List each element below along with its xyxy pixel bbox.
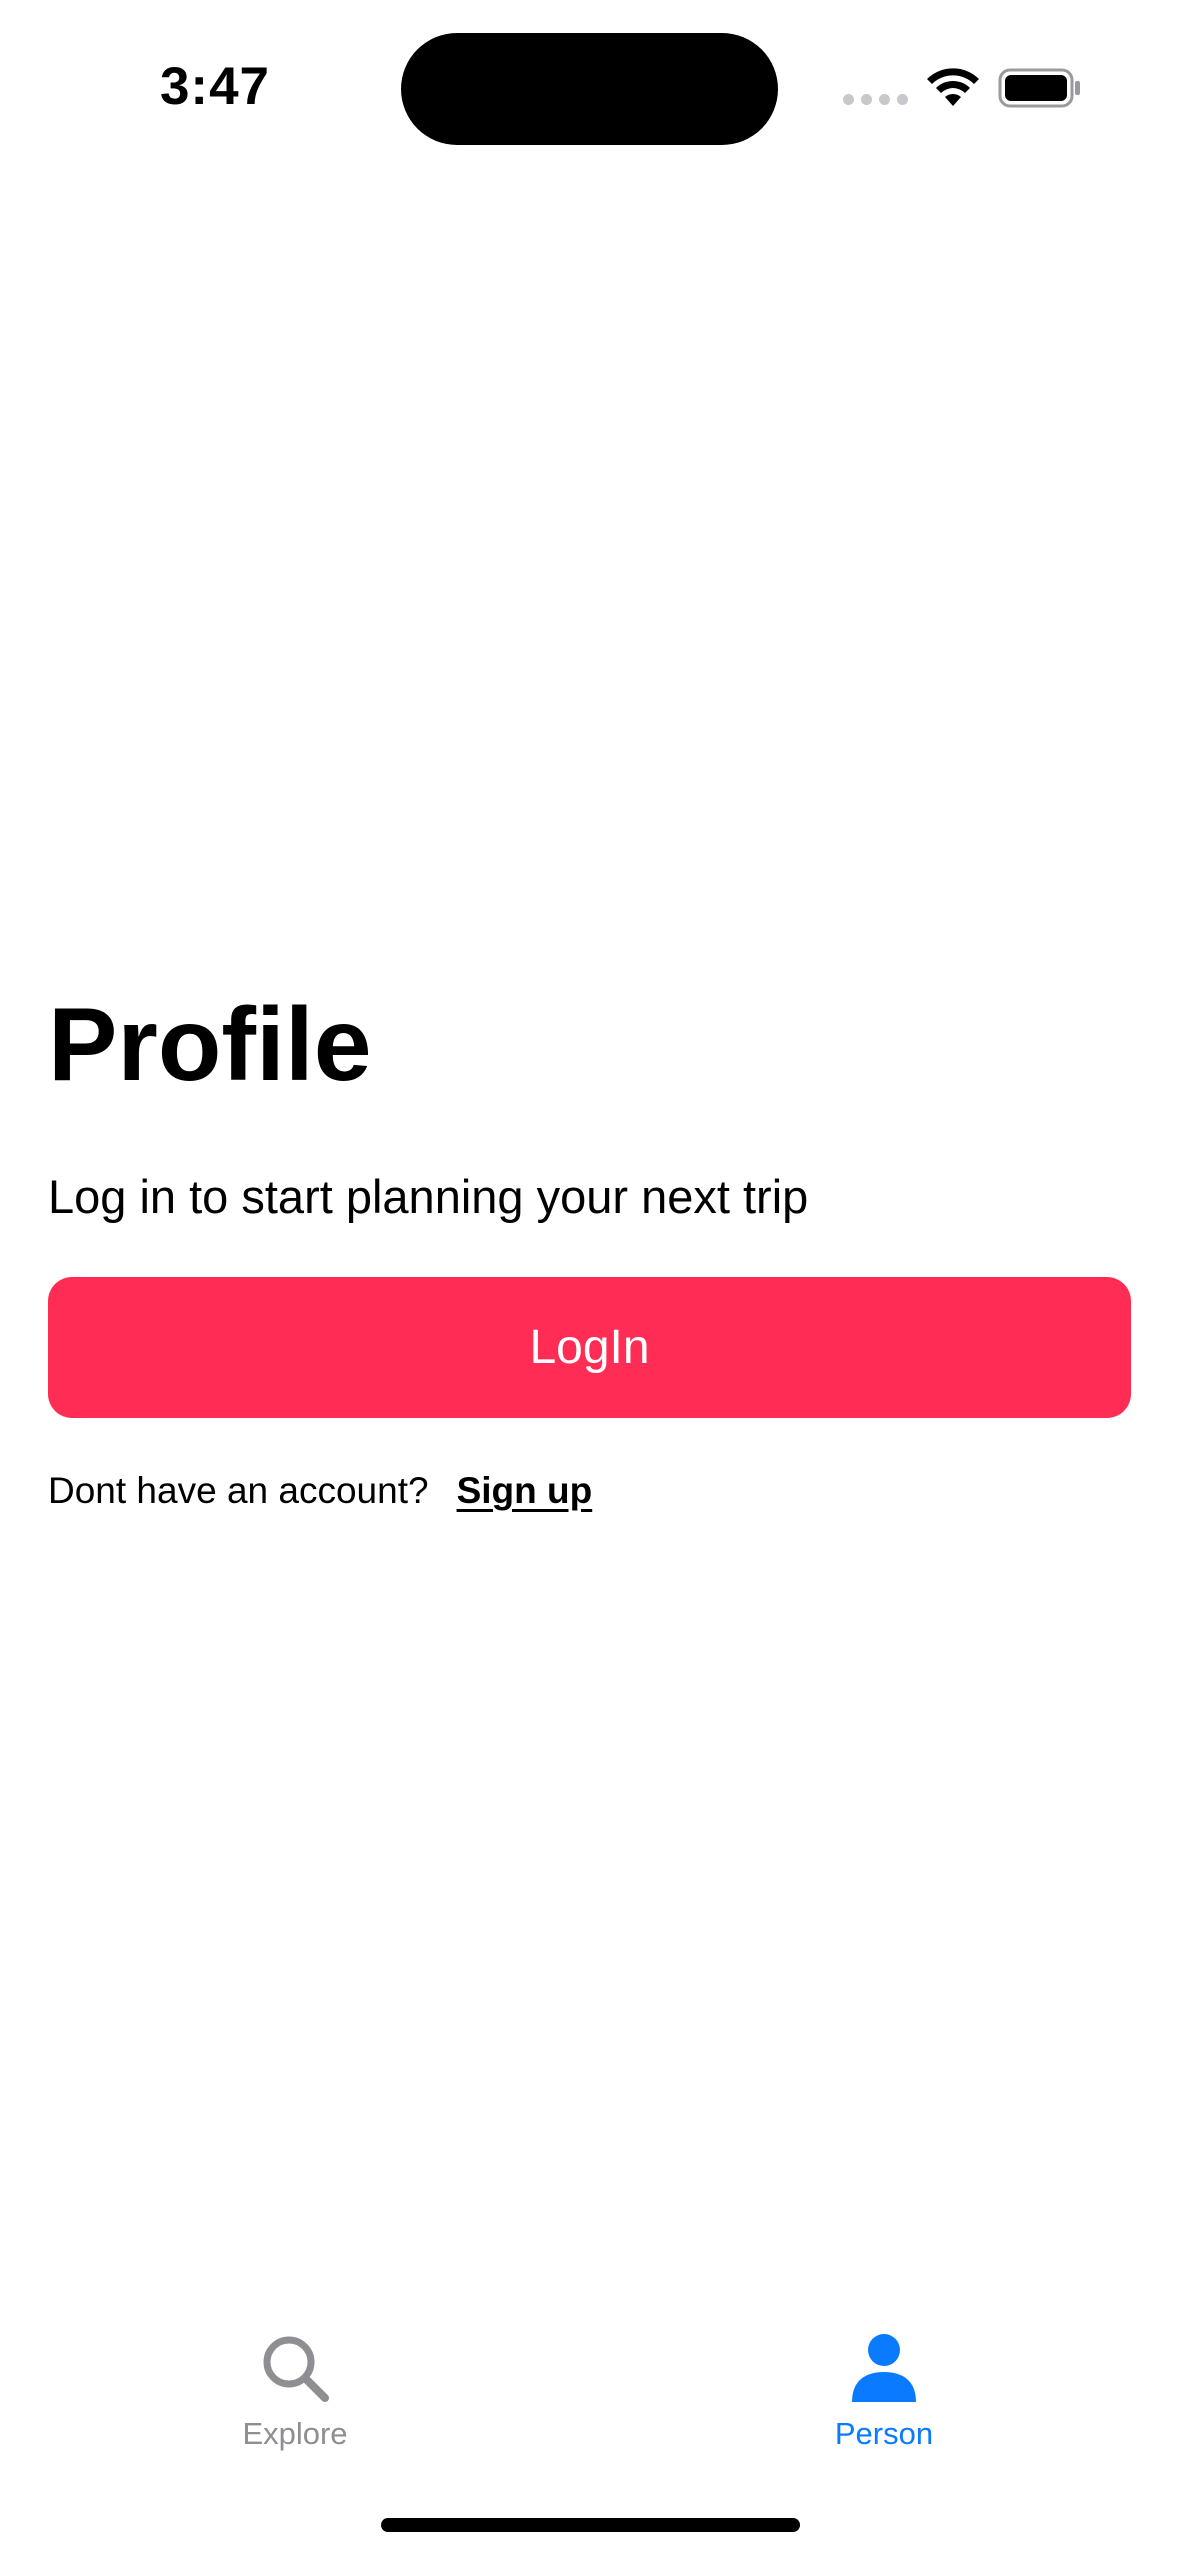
status-bar: 3:47	[0, 0, 1179, 180]
home-indicator[interactable]	[381, 2518, 800, 2532]
signup-row: Dont have an account? Sign up	[48, 1465, 592, 1517]
wifi-icon	[927, 68, 979, 106]
person-icon	[852, 2334, 916, 2402]
tab-explore[interactable]: Explore	[175, 2330, 415, 2454]
search-icon	[263, 2336, 329, 2402]
tab-person-label: Person	[834, 2416, 934, 2451]
tab-explore-label: Explore	[242, 2416, 348, 2451]
status-time: 3:47	[159, 57, 271, 116]
login-button-label: LogIn	[529, 1321, 650, 1374]
login-prompt-text: Log in to start planning your next trip	[48, 1170, 809, 1223]
tab-person[interactable]: Person	[764, 2330, 1004, 2454]
page-title: Profile	[48, 987, 372, 1103]
signup-link[interactable]: Sign up	[457, 1465, 593, 1517]
cellular-signal-icon	[843, 94, 908, 105]
dynamic-island	[401, 33, 778, 145]
login-button[interactable]: LogIn	[48, 1277, 1131, 1418]
battery-icon	[998, 68, 1080, 108]
signup-prompt: Dont have an account?	[48, 1470, 429, 1511]
